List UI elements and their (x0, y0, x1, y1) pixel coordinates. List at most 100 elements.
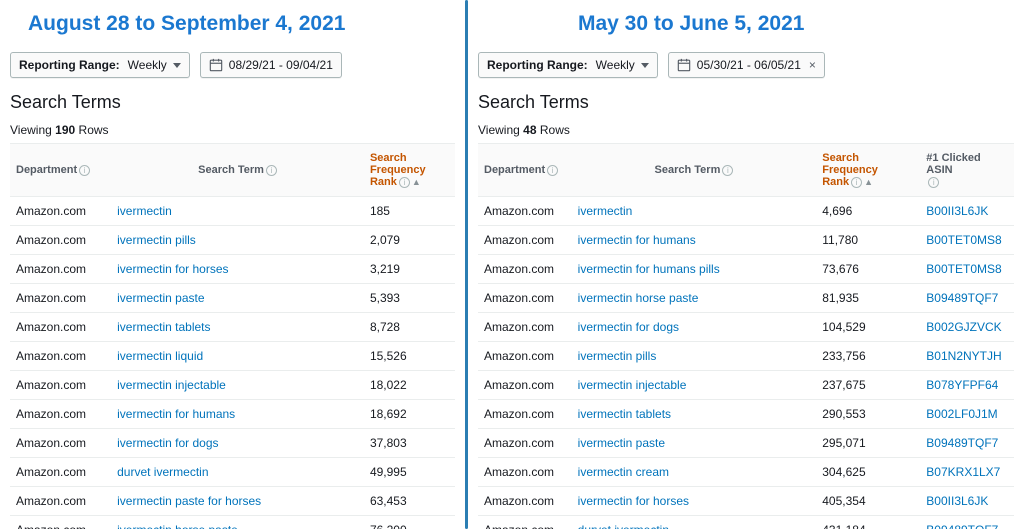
cell-search-term[interactable]: ivermectin for horses (111, 255, 364, 284)
cell-search-term[interactable]: ivermectin horse paste (572, 284, 817, 313)
cell-rank: 295,071 (816, 429, 920, 458)
calendar-icon (209, 58, 223, 72)
cell-department: Amazon.com (478, 516, 572, 529)
col-header-asin[interactable]: #1 Clicked ASINi (920, 144, 1014, 197)
cell-rank: 76,200 (364, 516, 455, 529)
cell-department: Amazon.com (478, 197, 572, 226)
cell-search-term[interactable]: ivermectin liquid (111, 342, 364, 371)
cell-search-term[interactable]: ivermectin (111, 197, 364, 226)
cell-asin[interactable]: B078YFPF64 (920, 371, 1014, 400)
cell-department: Amazon.com (478, 284, 572, 313)
col-header-search-term[interactable]: Search Termi (572, 144, 817, 197)
section-heading-left: Search Terms (10, 92, 455, 113)
cell-search-term[interactable]: ivermectin injectable (111, 371, 364, 400)
info-icon[interactable]: i (851, 177, 862, 188)
info-icon[interactable]: i (928, 177, 939, 188)
cell-rank: 104,529 (816, 313, 920, 342)
reporting-range-value: Weekly (596, 58, 635, 72)
cell-asin[interactable]: B00TET0MS8 (920, 226, 1014, 255)
table-row: Amazon.comivermectin tablets8,728 (10, 313, 455, 342)
reporting-range-value: Weekly (128, 58, 167, 72)
cell-search-term[interactable]: ivermectin paste (572, 429, 817, 458)
date-range-picker[interactable]: 05/30/21 - 06/05/21 × (668, 52, 825, 78)
cell-asin[interactable]: B09489TQF7 (920, 284, 1014, 313)
cell-rank: 4,696 (816, 197, 920, 226)
cell-asin[interactable]: B002GJZVCK (920, 313, 1014, 342)
cell-search-term[interactable]: durvet ivermectin (572, 516, 817, 529)
close-icon[interactable]: × (807, 58, 816, 72)
sort-asc-icon: ▲ (412, 177, 421, 187)
cell-rank: 304,625 (816, 458, 920, 487)
date-range-picker[interactable]: 08/29/21 - 09/04/21 (200, 52, 342, 78)
cell-search-term[interactable]: ivermectin pills (111, 226, 364, 255)
cell-rank: 2,079 (364, 226, 455, 255)
table-row: Amazon.comivermectin4,696B00II3L6JK (478, 197, 1014, 226)
table-row: Amazon.comivermectin pills233,756B01N2NY… (478, 342, 1014, 371)
table-row: Amazon.comivermectin liquid15,526 (10, 342, 455, 371)
cell-asin[interactable]: B09489TQF7 (920, 516, 1014, 529)
table-row: Amazon.comivermectin horse paste81,935B0… (478, 284, 1014, 313)
cell-search-term[interactable]: ivermectin injectable (572, 371, 817, 400)
cell-asin[interactable]: B07KRX1LX7 (920, 458, 1014, 487)
cell-rank: 3,219 (364, 255, 455, 284)
reporting-range-dropdown[interactable]: Reporting Range: Weekly (10, 52, 190, 78)
col-header-department[interactable]: Departmenti (478, 144, 572, 197)
cell-search-term[interactable]: ivermectin paste for horses (111, 487, 364, 516)
info-icon[interactable]: i (79, 165, 90, 176)
cell-asin[interactable]: B00II3L6JK (920, 487, 1014, 516)
cell-search-term[interactable]: ivermectin (572, 197, 817, 226)
table-row: Amazon.comivermectin for horses405,354B0… (478, 487, 1014, 516)
cell-search-term[interactable]: ivermectin tablets (572, 400, 817, 429)
table-row: Amazon.comivermectin for dogs104,529B002… (478, 313, 1014, 342)
col-header-rank[interactable]: Search Frequency Ranki▲ (816, 144, 920, 197)
cell-search-term[interactable]: ivermectin pills (572, 342, 817, 371)
table-row: Amazon.comivermectin injectable237,675B0… (478, 371, 1014, 400)
panel-left: August 28 to September 4, 2021 Reporting… (0, 0, 465, 529)
table-row: Amazon.comdurvet ivermectin431,184B09489… (478, 516, 1014, 529)
cell-asin[interactable]: B00II3L6JK (920, 197, 1014, 226)
table-row: Amazon.comivermectin paste for horses63,… (10, 487, 455, 516)
cell-search-term[interactable]: ivermectin for dogs (572, 313, 817, 342)
table-row: Amazon.comivermectin pills2,079 (10, 226, 455, 255)
cell-rank: 185 (364, 197, 455, 226)
panel-right-title: May 30 to June 5, 2021 (578, 12, 1014, 36)
calendar-icon (677, 58, 691, 72)
info-icon[interactable]: i (266, 165, 277, 176)
cell-asin[interactable]: B00TET0MS8 (920, 255, 1014, 284)
section-heading-right: Search Terms (478, 92, 1014, 113)
col-header-rank[interactable]: Search Frequency Ranki▲ (364, 144, 455, 197)
cell-asin[interactable]: B002LF0J1M (920, 400, 1014, 429)
col-header-department[interactable]: Departmenti (10, 144, 111, 197)
reporting-range-label: Reporting Range: (487, 58, 588, 72)
cell-department: Amazon.com (10, 284, 111, 313)
viewing-rows-left: Viewing 190 Rows (10, 123, 455, 137)
cell-search-term[interactable]: ivermectin for humans (111, 400, 364, 429)
info-icon[interactable]: i (547, 165, 558, 176)
info-icon[interactable]: i (722, 165, 733, 176)
cell-rank: 81,935 (816, 284, 920, 313)
cell-search-term[interactable]: ivermectin for horses (572, 487, 817, 516)
cell-department: Amazon.com (478, 487, 572, 516)
cell-search-term[interactable]: ivermectin for dogs (111, 429, 364, 458)
cell-rank: 237,675 (816, 371, 920, 400)
col-header-search-term[interactable]: Search Termi (111, 144, 364, 197)
cell-search-term[interactable]: ivermectin for humans pills (572, 255, 817, 284)
search-terms-table-right: Departmenti Search Termi Search Frequenc… (478, 143, 1014, 529)
cell-department: Amazon.com (10, 516, 111, 529)
cell-search-term[interactable]: ivermectin cream (572, 458, 817, 487)
cell-search-term[interactable]: durvet ivermectin (111, 458, 364, 487)
cell-search-term[interactable]: ivermectin horse paste (111, 516, 364, 529)
cell-department: Amazon.com (10, 313, 111, 342)
table-header-row: Departmenti Search Termi Search Frequenc… (10, 144, 455, 197)
cell-search-term[interactable]: ivermectin tablets (111, 313, 364, 342)
reporting-range-dropdown[interactable]: Reporting Range: Weekly (478, 52, 658, 78)
filter-bar-left: Reporting Range: Weekly 08/29/21 - 09/04… (10, 52, 455, 78)
cell-search-term[interactable]: ivermectin paste (111, 284, 364, 313)
cell-asin[interactable]: B09489TQF7 (920, 429, 1014, 458)
cell-asin[interactable]: B01N2NYTJH (920, 342, 1014, 371)
table-row: Amazon.comivermectin cream304,625B07KRX1… (478, 458, 1014, 487)
chevron-down-icon (641, 63, 649, 68)
info-icon[interactable]: i (399, 177, 410, 188)
cell-rank: 18,692 (364, 400, 455, 429)
cell-search-term[interactable]: ivermectin for humans (572, 226, 817, 255)
